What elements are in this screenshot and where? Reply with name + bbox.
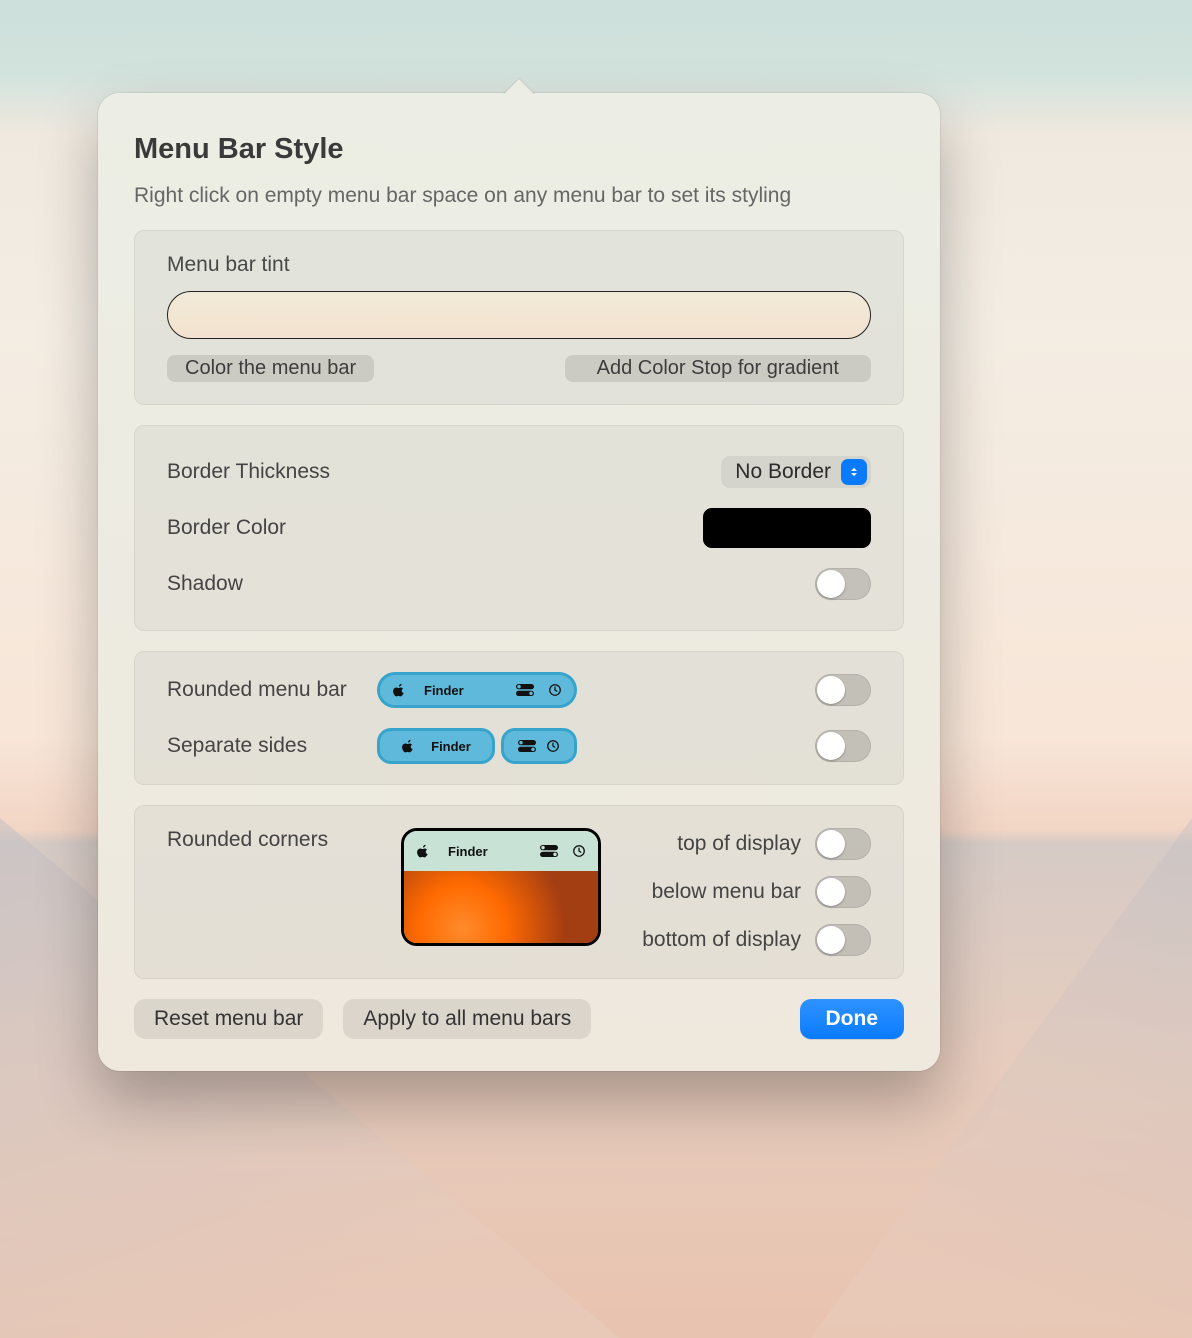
clock-icon [546,739,560,753]
preview-finder-text: Finder [431,739,471,754]
border-group: Border Thickness No Border Border Color … [134,425,904,631]
wallpaper-preview [404,871,598,943]
shadow-label: Shadow [167,572,377,596]
popover-title: Menu Bar Style [134,133,904,166]
done-button[interactable]: Done [800,999,905,1039]
corner-bottom-toggle[interactable] [815,924,871,956]
separate-sides-preview: Finder [377,728,577,764]
corner-top-toggle[interactable] [815,828,871,860]
tint-label: Menu bar tint [167,253,871,277]
rounded-corners-label: Rounded corners [167,828,377,852]
tint-color-well[interactable] [167,291,871,339]
rounded-menu-bar-toggle[interactable] [815,674,871,706]
border-thickness-dropdown[interactable]: No Border [721,456,871,488]
corner-top-label: top of display [677,832,801,856]
menu-bar-style-popover: Menu Bar Style Right click on empty menu… [98,93,940,1071]
rounded-corners-preview: Finder [401,828,601,946]
reset-menu-bar-button[interactable]: Reset menu bar [134,999,323,1039]
preview-finder-text: Finder [424,683,464,698]
corner-below-label: below menu bar [652,880,801,904]
apple-icon [416,844,430,858]
clock-icon [572,844,586,858]
border-thickness-label: Border Thickness [167,460,377,484]
popover-subtitle: Right click on empty menu bar space on a… [134,184,904,208]
control-center-icon [516,684,534,696]
border-color-label: Border Color [167,516,377,540]
control-center-icon [518,740,536,752]
border-thickness-value: No Border [735,460,831,484]
separate-sides-label: Separate sides [167,734,377,758]
corner-bottom-label: bottom of display [642,928,801,952]
rounded-corners-group: Rounded corners Finder top of display b [134,805,904,979]
color-menu-bar-button[interactable]: Color the menu bar [167,355,374,382]
footer: Reset menu bar Apply to all menu bars Do… [134,999,904,1039]
clock-icon [548,683,562,697]
updown-icon [841,459,867,485]
separate-sides-toggle[interactable] [815,730,871,762]
control-center-icon [540,845,558,857]
tint-group: Menu bar tint Color the menu bar Add Col… [134,230,904,405]
border-color-well[interactable] [703,508,871,548]
shadow-toggle[interactable] [815,568,871,600]
add-color-stop-button[interactable]: Add Color Stop for gradient [565,355,871,382]
corner-below-toggle[interactable] [815,876,871,908]
apple-icon [392,683,406,697]
rounded-group: Rounded menu bar Finder Separate sides [134,651,904,785]
apple-icon [401,739,415,753]
rounded-menu-bar-preview: Finder [377,672,577,708]
apply-all-button[interactable]: Apply to all menu bars [343,999,591,1039]
rounded-menu-bar-label: Rounded menu bar [167,678,377,702]
preview-finder-text: Finder [448,844,488,859]
